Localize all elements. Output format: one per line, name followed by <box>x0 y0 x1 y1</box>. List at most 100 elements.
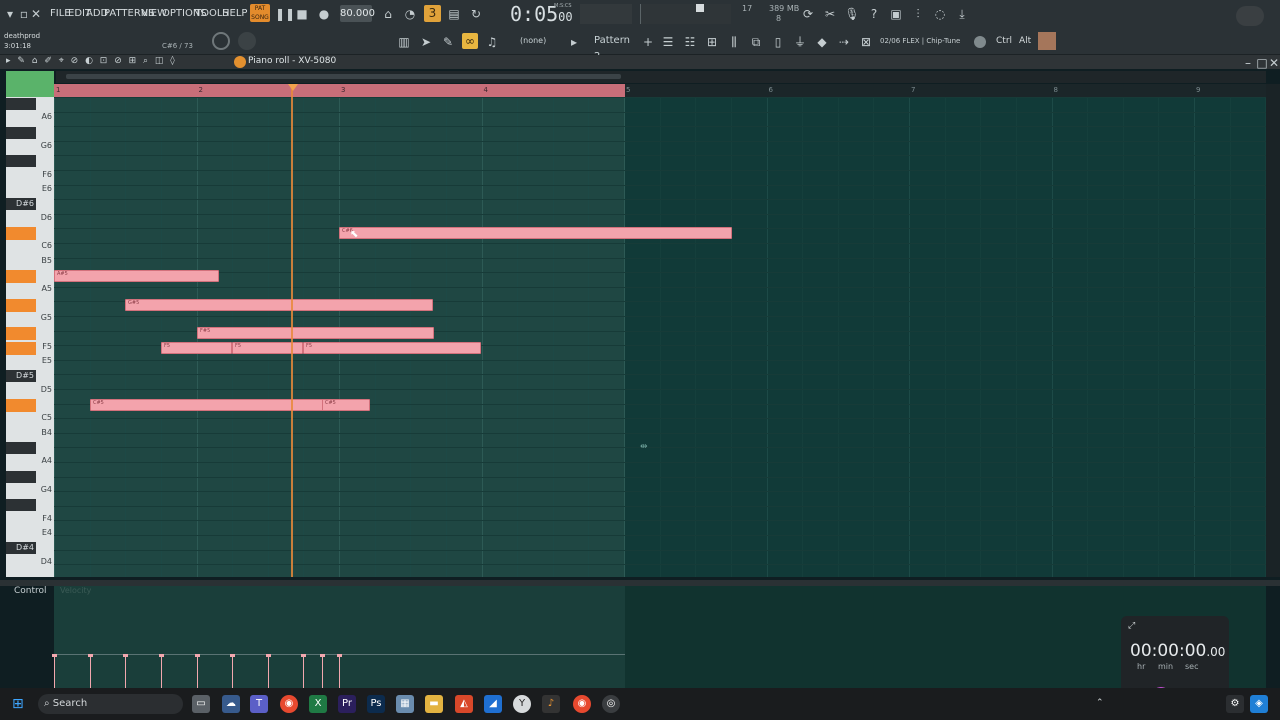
velocity-bar[interactable] <box>54 655 55 688</box>
velocity-handle[interactable] <box>301 654 306 657</box>
pattern-song-toggle[interactable]: PAT SONG <box>250 4 270 22</box>
note[interactable]: C#6 <box>339 227 732 239</box>
tray-chevron-icon[interactable]: ⌃ <box>1096 698 1104 708</box>
note[interactable]: C#5 <box>322 399 370 411</box>
velocity-handle[interactable] <box>52 654 57 657</box>
bar-number[interactable]: 3 <box>341 86 345 94</box>
black-key[interactable] <box>6 155 36 167</box>
note[interactable]: F#5 <box>197 327 434 339</box>
black-key[interactable] <box>6 499 36 511</box>
metronome-icon[interactable]: ⌂ <box>380 6 396 22</box>
piano-icon[interactable]: ▥ <box>396 34 412 50</box>
playlist-icon[interactable]: ☰ <box>660 34 676 50</box>
blend-notes-icon[interactable]: ▤ <box>446 6 462 22</box>
plug-icon[interactable]: ⏚ <box>792 34 808 50</box>
save-icon[interactable]: ▣ <box>888 6 904 22</box>
highlighted-key[interactable] <box>6 342 36 355</box>
loop-region[interactable] <box>54 84 625 97</box>
bar-number[interactable]: 9 <box>1196 86 1200 94</box>
globe-icon[interactable] <box>974 36 986 48</box>
piano-roll-title[interactable]: Piano roll - XV-5080 <box>248 56 336 66</box>
stop-icon[interactable]: ■ <box>294 6 310 22</box>
send-icon[interactable]: ⇢ <box>836 34 852 50</box>
highlighted-key[interactable] <box>6 327 36 340</box>
channel-rack-icon[interactable]: ☷ <box>682 34 698 50</box>
bar-number[interactable]: 6 <box>769 86 773 94</box>
note[interactable]: G#5 <box>125 299 433 311</box>
black-key[interactable] <box>6 471 36 483</box>
velocity-handle[interactable] <box>230 654 235 657</box>
bar-number[interactable]: 7 <box>911 86 915 94</box>
highlighted-key[interactable] <box>6 227 36 240</box>
note[interactable]: F5 <box>161 342 232 354</box>
velocity-bar[interactable] <box>322 655 323 688</box>
mixer-faders-icon[interactable]: ⫼ <box>726 34 742 50</box>
plugin-icon[interactable]: ▯ <box>770 34 786 50</box>
wait-input-icon[interactable]: ◔ <box>402 6 418 22</box>
cart-icon[interactable]: ⊠ <box>858 34 874 50</box>
bar-number[interactable]: 1 <box>56 86 60 94</box>
chrome-profile-icon[interactable]: ◉ <box>573 695 591 713</box>
microphone-icon[interactable]: 🎙 <box>844 6 860 22</box>
velocity-handle[interactable] <box>88 654 93 657</box>
velocity-bar[interactable] <box>232 655 233 688</box>
fl-studio-icon[interactable]: ♪ <box>542 695 560 713</box>
piano-roll-tools[interactable]: ▸ ✎ ⌂ ✐ ⌖ ⊘ ◐ ⊡ ⊘ ⊞ ⌕ ◫ ◊ <box>6 56 177 66</box>
weather-icon[interactable]: ☁ <box>222 695 240 713</box>
photoshop-icon[interactable]: Ps <box>367 695 385 713</box>
help-icon[interactable]: ? <box>866 6 882 22</box>
velocity-bar[interactable] <box>268 655 269 688</box>
add-pattern-icon[interactable]: + <box>640 34 656 50</box>
windows-start-icon[interactable]: ⊞ <box>12 695 30 713</box>
tools-icon[interactable]: ✂ <box>822 6 838 22</box>
countdown-icon[interactable]: 3 <box>424 5 441 22</box>
chat-icon[interactable]: ◌ <box>932 6 948 22</box>
chrome-icon[interactable]: ◉ <box>280 695 298 713</box>
pitch-knob-icon[interactable] <box>238 32 256 50</box>
velocity-bar[interactable] <box>197 655 198 688</box>
play-small-icon[interactable]: ▸ <box>566 34 582 50</box>
clock-app-icon[interactable]: Y <box>513 695 531 713</box>
velocity-handle[interactable] <box>337 654 342 657</box>
user-avatar[interactable] <box>1038 32 1056 50</box>
scrollbar-thumb[interactable] <box>66 74 621 79</box>
velocity-bar[interactable] <box>90 655 91 688</box>
channel-select[interactable]: (none) <box>520 36 546 45</box>
loop-record-icon[interactable]: ↻ <box>468 6 484 22</box>
brave-icon[interactable]: ◭ <box>455 695 473 713</box>
velocity-handle[interactable] <box>320 654 325 657</box>
alt-key[interactable]: Alt <box>1019 36 1031 46</box>
copilot-icon[interactable]: ◈ <box>1250 695 1268 713</box>
magnet-icon[interactable]: ∞ <box>462 33 478 49</box>
bell-icon[interactable]: ♫ <box>484 34 500 50</box>
black-key[interactable] <box>6 98 36 110</box>
menu-help[interactable]: HELP <box>222 8 247 19</box>
task-view-icon[interactable]: ▭ <box>192 695 210 713</box>
velocity-bar[interactable] <box>303 655 304 688</box>
vertical-scrollbar[interactable] <box>1266 84 1280 577</box>
velocity-bar[interactable] <box>125 655 126 688</box>
highlighted-key[interactable] <box>6 399 36 412</box>
tag-icon[interactable]: ◆ <box>814 34 830 50</box>
playhead-marker-icon[interactable] <box>288 84 298 91</box>
tray-app-icon[interactable]: ⚙ <box>1226 695 1244 713</box>
master-volume[interactable] <box>640 4 731 24</box>
browser-icon[interactable]: ⧉ <box>748 34 764 50</box>
ctrl-key[interactable]: Ctrl <box>996 36 1012 46</box>
velocity-handle[interactable] <box>159 654 164 657</box>
pencil-icon[interactable]: ✎ <box>440 34 456 50</box>
playhead[interactable] <box>291 84 293 577</box>
tempo-display[interactable]: 80.000 <box>340 5 375 22</box>
expand-icon[interactable]: ⤢ <box>1128 621 1135 631</box>
knob-icon[interactable] <box>212 32 230 50</box>
velocity-handle[interactable] <box>195 654 200 657</box>
velocity-handle[interactable] <box>123 654 128 657</box>
pause-icon[interactable]: ❚❚ <box>275 6 295 22</box>
pattern-selector[interactable]: Pattern 2 <box>594 33 638 62</box>
velocity-bar[interactable] <box>339 655 340 688</box>
obs-icon[interactable]: ◎ <box>602 695 620 713</box>
photos-icon[interactable]: ▦ <box>396 695 414 713</box>
black-key[interactable] <box>6 127 36 139</box>
note[interactable]: F5 <box>303 342 481 354</box>
refresh-icon[interactable]: ⟳ <box>800 6 816 22</box>
